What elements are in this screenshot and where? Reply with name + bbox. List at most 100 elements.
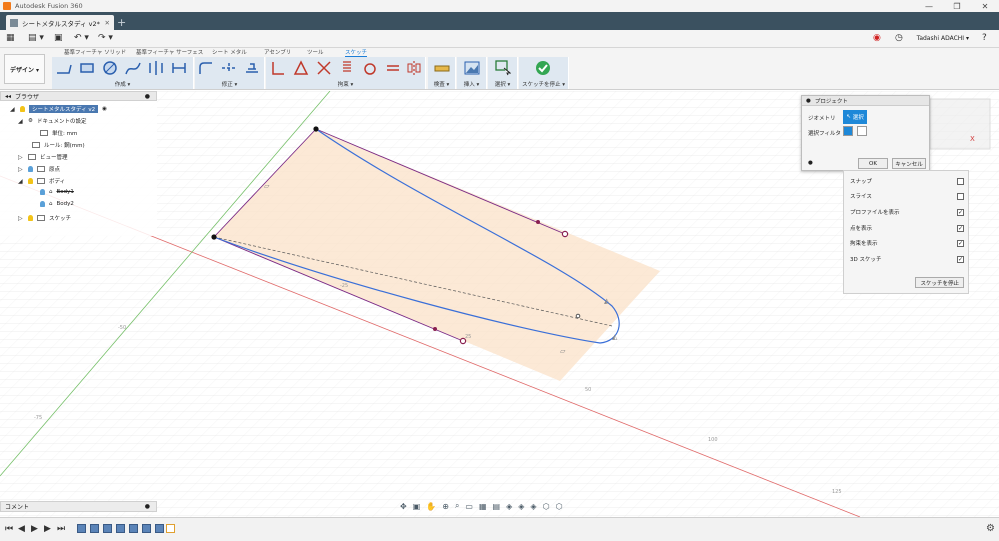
create-menu[interactable]: 作成 ▾ (52, 80, 193, 88)
look-at-icon[interactable]: ▣ (413, 502, 421, 511)
minimize-button[interactable]: — (915, 2, 943, 11)
offset-tool-icon[interactable] (244, 60, 260, 76)
timeline-start-icon[interactable]: ⏮ (5, 524, 13, 534)
sketch-point[interactable] (561, 230, 569, 238)
3d-sketch-checkbox[interactable]: ✓ (957, 255, 964, 263)
dialog-collapse-icon[interactable]: ● (806, 98, 811, 104)
orbit-icon[interactable]: ✥ (400, 502, 407, 511)
browser-header[interactable]: ◂◂ ブラウザ ● (0, 91, 157, 101)
restore-button[interactable]: ❐ (943, 2, 971, 11)
timeline-prev-icon[interactable]: ◀ (18, 524, 25, 534)
tree-named-views[interactable]: ▷ ビュー管理 (18, 153, 68, 162)
palette-option-constraints[interactable]: 拘束を表示 ✓ (850, 239, 964, 247)
visibility-bulb-icon[interactable] (28, 178, 33, 184)
equal-circle-icon[interactable] (362, 60, 378, 76)
trim-tool-icon[interactable] (221, 60, 237, 76)
project-dialog-header[interactable]: ● プロジェクト (802, 96, 929, 106)
timeline-end-icon[interactable]: ⏭ (57, 524, 65, 534)
spline-tool-icon[interactable] (125, 60, 141, 76)
geometry-select-button[interactable]: ↖ 選択 (843, 110, 867, 124)
palette-option-profile[interactable]: プロファイルを表示 ✓ (850, 208, 964, 216)
undo-button[interactable]: ↶ ▾ (74, 33, 89, 43)
collapse-icon[interactable]: ◂◂ (5, 93, 11, 100)
filter-bodies-button[interactable] (843, 126, 853, 136)
pan-icon[interactable]: ✋ (426, 502, 436, 511)
triangle-constraint-icon[interactable] (293, 60, 309, 76)
snap-checkbox[interactable] (957, 177, 964, 185)
tree-root[interactable]: ◢ シートメタルスタディ v2 ◉ (10, 105, 107, 113)
show-constraints-checkbox[interactable]: ✓ (957, 239, 964, 247)
visibility-bulb-icon[interactable] (40, 201, 45, 207)
timeline-feature[interactable] (103, 524, 112, 533)
tree-origin[interactable]: ▷ 原点 (18, 165, 60, 174)
info-icon[interactable]: ● (808, 160, 813, 166)
constraint-glyph[interactable]: ◭ (612, 333, 618, 341)
sketch-point[interactable] (313, 126, 319, 132)
comments-bar[interactable]: コメント ● (0, 501, 157, 512)
zoom-icon[interactable]: ⊕ (442, 502, 449, 511)
circle-tool-icon[interactable] (102, 60, 118, 76)
select-tool-icon[interactable] (495, 60, 511, 76)
show-profile-checkbox[interactable]: ✓ (957, 208, 964, 216)
tree-sketches[interactable]: ▷ スケッチ (18, 214, 71, 223)
visibility-bulb-icon[interactable] (40, 189, 45, 195)
timeline-feature[interactable] (77, 524, 86, 533)
select-menu[interactable]: 選択 ▾ (488, 80, 517, 88)
tab-assembly[interactable]: アセンブリ (264, 48, 291, 56)
visual-style-icon[interactable]: ◈ (506, 502, 512, 511)
new-tab-button[interactable]: + (117, 16, 126, 29)
slice-checkbox[interactable] (957, 192, 964, 200)
measure-icon[interactable] (434, 60, 450, 76)
constraint-glyph[interactable]: ▱ (264, 182, 270, 190)
tab-sketch[interactable]: スケッチ (345, 48, 368, 57)
mirror-tool-icon[interactable] (148, 60, 164, 76)
object-visibility-icon[interactable]: ⬡ (543, 502, 550, 511)
filter-entities-button[interactable] (857, 126, 867, 136)
expand-arrow-icon[interactable]: ▷ (18, 166, 24, 173)
timeline-settings-gear-icon[interactable]: ⚙ (986, 523, 995, 534)
timeline-marker[interactable] (166, 524, 175, 533)
expand-arrow-icon[interactable]: ▷ (18, 215, 24, 222)
workspace-switcher[interactable]: デザイン ▾ (4, 54, 45, 84)
tangent-constraint-icon[interactable] (339, 60, 355, 76)
tab-solid[interactable]: 基準フィーチャ ソリッド (64, 48, 126, 56)
expand-arrow-icon[interactable]: ▷ (18, 154, 24, 161)
finish-sketch-icon[interactable] (535, 60, 551, 76)
tab-sheet-metal[interactable]: シート メタル (212, 48, 247, 56)
user-menu[interactable]: Tadashi ADACHI ▾ (917, 35, 969, 42)
browser-pin-icon[interactable]: ● (145, 93, 150, 100)
environment-icon[interactable]: ◈ (518, 502, 524, 511)
tree-body2[interactable]: ⌂ Body2 (40, 201, 74, 207)
effects-icon[interactable]: ◈ (530, 502, 536, 511)
sketch-point[interactable] (211, 234, 217, 240)
show-points-checkbox[interactable]: ✓ (957, 224, 964, 232)
job-status-icon[interactable]: ◷ (895, 33, 903, 43)
visibility-bulb-icon[interactable] (28, 215, 33, 221)
sketch-point[interactable] (433, 327, 437, 331)
line-tool-icon[interactable] (56, 60, 72, 76)
fit-icon[interactable]: ⌕ (455, 501, 459, 511)
tree-rule[interactable]: ルール: 鋼(mm) (32, 141, 85, 149)
grid-settings-icon[interactable]: ▦ (479, 502, 487, 511)
timeline-feature[interactable] (90, 524, 99, 533)
record-icon[interactable]: ◉ (873, 33, 881, 43)
collapse-arrow-icon[interactable]: ◢ (18, 118, 24, 125)
timeline-feature[interactable] (116, 524, 125, 533)
display-settings-icon[interactable]: ▭ (465, 502, 473, 511)
palette-option-points[interactable]: 点を表示 ✓ (850, 224, 964, 232)
timeline-feature[interactable] (155, 524, 164, 533)
view-cube[interactable]: X (929, 98, 991, 150)
document-tab[interactable]: シートメタルスタディ v2* ✕ (6, 15, 114, 30)
palette-option-3d[interactable]: 3D スケッチ ✓ (850, 255, 964, 263)
cancel-button[interactable]: キャンセル (892, 158, 926, 169)
sketch-point[interactable] (575, 313, 581, 319)
inspect-menu[interactable]: 検査 ▾ (428, 80, 455, 88)
redo-button[interactable]: ↷ ▾ (98, 33, 113, 43)
close-window-button[interactable]: ✕ (971, 2, 999, 11)
visibility-bulb-icon[interactable] (28, 166, 33, 172)
insert-menu[interactable]: 挿入 ▾ (457, 80, 486, 88)
stop-sketch-menu[interactable]: スケッチを停止 ▾ (519, 80, 568, 88)
comments-pin-icon[interactable]: ● (145, 503, 150, 510)
equal-icon[interactable] (385, 60, 401, 76)
timeline-next-icon[interactable]: ▶ (44, 524, 51, 534)
